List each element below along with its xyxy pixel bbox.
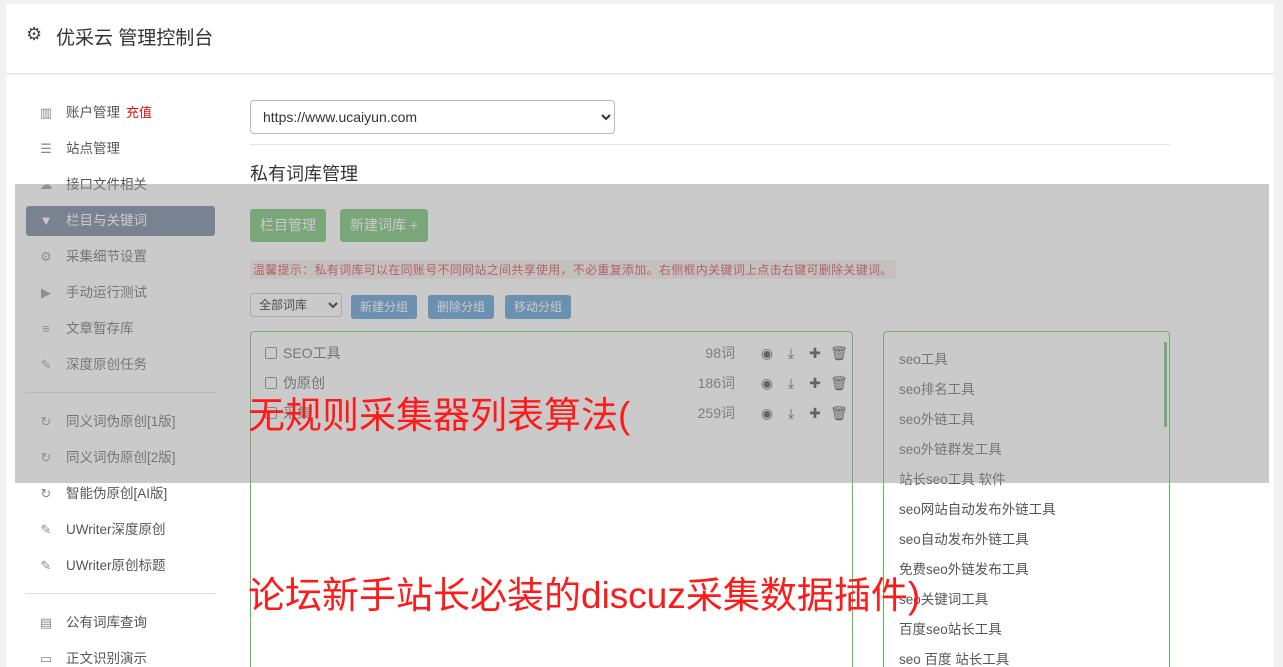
- book-icon: ▤: [39, 615, 53, 630]
- sidebar-item-label: 正文识别演示: [66, 651, 147, 666]
- sidebar-item-sites[interactable]: ☰ 站点管理: [26, 134, 215, 164]
- sidebar-item-public-library[interactable]: ▤ 公有词库查询: [26, 608, 215, 638]
- overlay-banner: [15, 184, 1269, 483]
- edit-icon: ✎: [40, 558, 52, 573]
- recharge-link[interactable]: 充值: [126, 105, 152, 120]
- edit-icon: ✎: [40, 522, 52, 537]
- content-divider: [250, 144, 1170, 145]
- sidebar-item-text-recognition[interactable]: ▭ 正文识别演示: [26, 644, 215, 667]
- overlay-title-line2: 论坛新手站长必装的discuz采集数据插件): [248, 575, 921, 616]
- sidebar-item-label: UWriter原创标题: [66, 558, 166, 573]
- sidebar-item-label: 站点管理: [66, 141, 120, 156]
- keyword-item[interactable]: seo 百度 站长工具: [899, 648, 1009, 667]
- top-header: ⚙ 优采云 管理控制台: [6, 4, 1274, 74]
- desktop-icon: ▭: [39, 651, 53, 666]
- bar-chart-icon: ▥: [39, 105, 53, 120]
- sidebar-item-account[interactable]: ▥ 账户管理 充值: [26, 98, 215, 128]
- keyword-item[interactable]: seo自动发布外链工具: [899, 528, 1029, 548]
- sidebar-item-label: UWriter深度原创: [66, 522, 166, 537]
- sidebar-item-uwriter-title[interactable]: ✎ UWriter原创标题: [26, 551, 215, 581]
- gear-icon: ⚙: [26, 24, 43, 44]
- sidebar-divider: [26, 593, 215, 594]
- sidebar-item-label: 账户管理: [66, 105, 120, 120]
- keyword-item[interactable]: seo网站自动发布外链工具: [899, 498, 1056, 518]
- site-select[interactable]: https://www.ucaiyun.com: [250, 100, 615, 134]
- sidebar-item-label: 公有词库查询: [66, 615, 147, 630]
- app-title: 优采云 管理控制台: [56, 28, 214, 49]
- server-icon: ☰: [40, 141, 52, 156]
- section-title: 私有词库管理: [250, 164, 358, 184]
- overlay-title-line1: 无规则采集器列表算法(: [248, 395, 631, 436]
- keyword-item[interactable]: 百度seo站长工具: [899, 618, 1002, 638]
- refresh-icon: ↻: [40, 486, 52, 501]
- sidebar-item-ai-rewrite[interactable]: ↻ 智能伪原创[AI版]: [26, 479, 215, 509]
- sidebar-item-label: 智能伪原创[AI版]: [66, 486, 168, 501]
- sidebar-item-uwriter-deep[interactable]: ✎ UWriter深度原创: [26, 515, 215, 545]
